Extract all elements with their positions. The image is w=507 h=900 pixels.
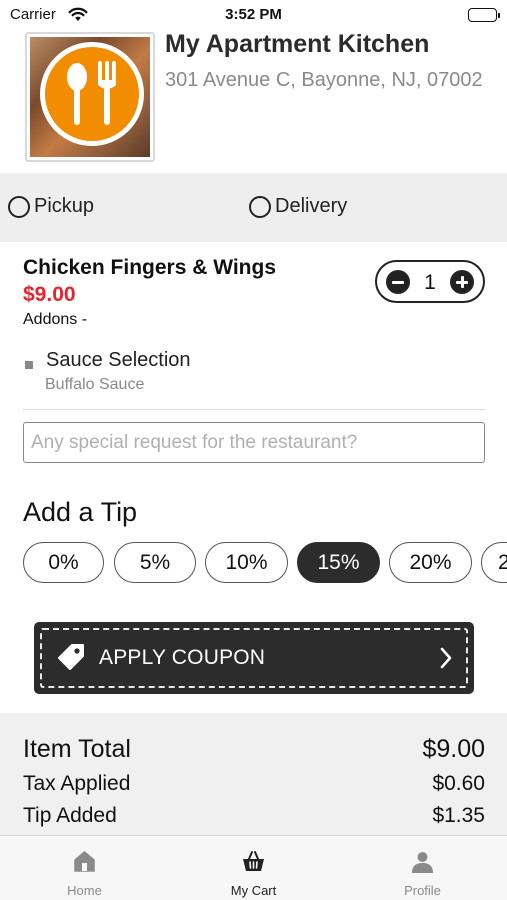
radio-icon	[249, 195, 271, 218]
item-total-label: Item Total	[23, 735, 131, 763]
tip-options: 0% 5% 10% 15% 20% 25%	[23, 542, 507, 584]
delivery-option[interactable]: Delivery	[249, 195, 347, 218]
tip-option[interactable]: 0%	[23, 542, 104, 583]
restaurant-header: My Apartment Kitchen 301 Avenue C, Bayon…	[0, 28, 507, 172]
chevron-right-icon	[440, 647, 452, 674]
battery-icon	[468, 8, 500, 22]
tab-home-label: Home	[67, 883, 102, 898]
order-type-section: Pickup Delivery	[0, 173, 507, 242]
restaurant-name: My Apartment Kitchen	[165, 30, 430, 58]
addon-title: Sauce Selection	[46, 349, 191, 371]
restaurant-logo	[25, 32, 155, 162]
radio-icon	[8, 195, 30, 218]
tip-title: Add a Tip	[23, 497, 138, 527]
tab-home[interactable]: Home	[0, 836, 169, 900]
order-totals: Item Total $9.00 Tax Applied $0.60 Tip A…	[0, 713, 507, 835]
tax-value: $0.60	[432, 772, 485, 795]
addon-value: Buffalo Sauce	[45, 376, 145, 393]
tab-profile[interactable]: Profile	[338, 836, 507, 900]
delivery-label: Delivery	[275, 195, 348, 217]
status-bar: Carrier 3:52 PM	[0, 0, 507, 30]
tip-option[interactable]: 5%	[114, 542, 196, 583]
tip-row: Tip Added $1.35	[23, 804, 485, 828]
basket-icon	[241, 849, 266, 874]
tab-my-cart[interactable]: My Cart	[169, 836, 338, 900]
item-name: Chicken Fingers & Wings	[23, 256, 277, 279]
pickup-label: Pickup	[34, 195, 95, 217]
item-price: $9.00	[23, 283, 76, 306]
tag-icon	[57, 643, 85, 676]
quantity-stepper: 1	[375, 260, 485, 303]
tip-option[interactable]: 25%	[481, 542, 507, 583]
tip-value: $1.35	[432, 804, 485, 827]
tip-option-selected[interactable]: 15%	[297, 542, 380, 583]
item-total-value: $9.00	[422, 735, 485, 763]
addons-label: Addons -	[23, 311, 88, 328]
tab-bar: Home My Cart Profile	[0, 835, 507, 900]
divider	[23, 409, 485, 410]
special-request-input[interactable]	[23, 422, 485, 463]
clock: 3:52 PM	[225, 6, 282, 23]
tab-my-cart-label: My Cart	[230, 883, 277, 898]
apply-coupon-button[interactable]: APPLY COUPON	[34, 622, 474, 694]
addon-bullet	[25, 361, 33, 369]
item-total-row: Item Total $9.00	[23, 735, 485, 764]
tip-option[interactable]: 10%	[205, 542, 288, 583]
tab-profile-label: Profile	[404, 883, 441, 898]
restaurant-address: 301 Avenue C, Bayonne, NJ, 07002	[165, 69, 483, 91]
tip-label: Tip Added	[23, 804, 117, 827]
apply-coupon-label: APPLY COUPON	[99, 646, 266, 669]
home-icon	[72, 849, 97, 874]
pickup-option[interactable]: Pickup	[8, 195, 94, 218]
increase-quantity-button[interactable]	[450, 270, 474, 294]
tip-option[interactable]: 20%	[389, 542, 472, 583]
person-icon	[410, 849, 435, 874]
tax-label: Tax Applied	[23, 772, 131, 795]
spoon-fork-logo-icon	[40, 42, 144, 146]
tax-row: Tax Applied $0.60	[23, 772, 485, 796]
